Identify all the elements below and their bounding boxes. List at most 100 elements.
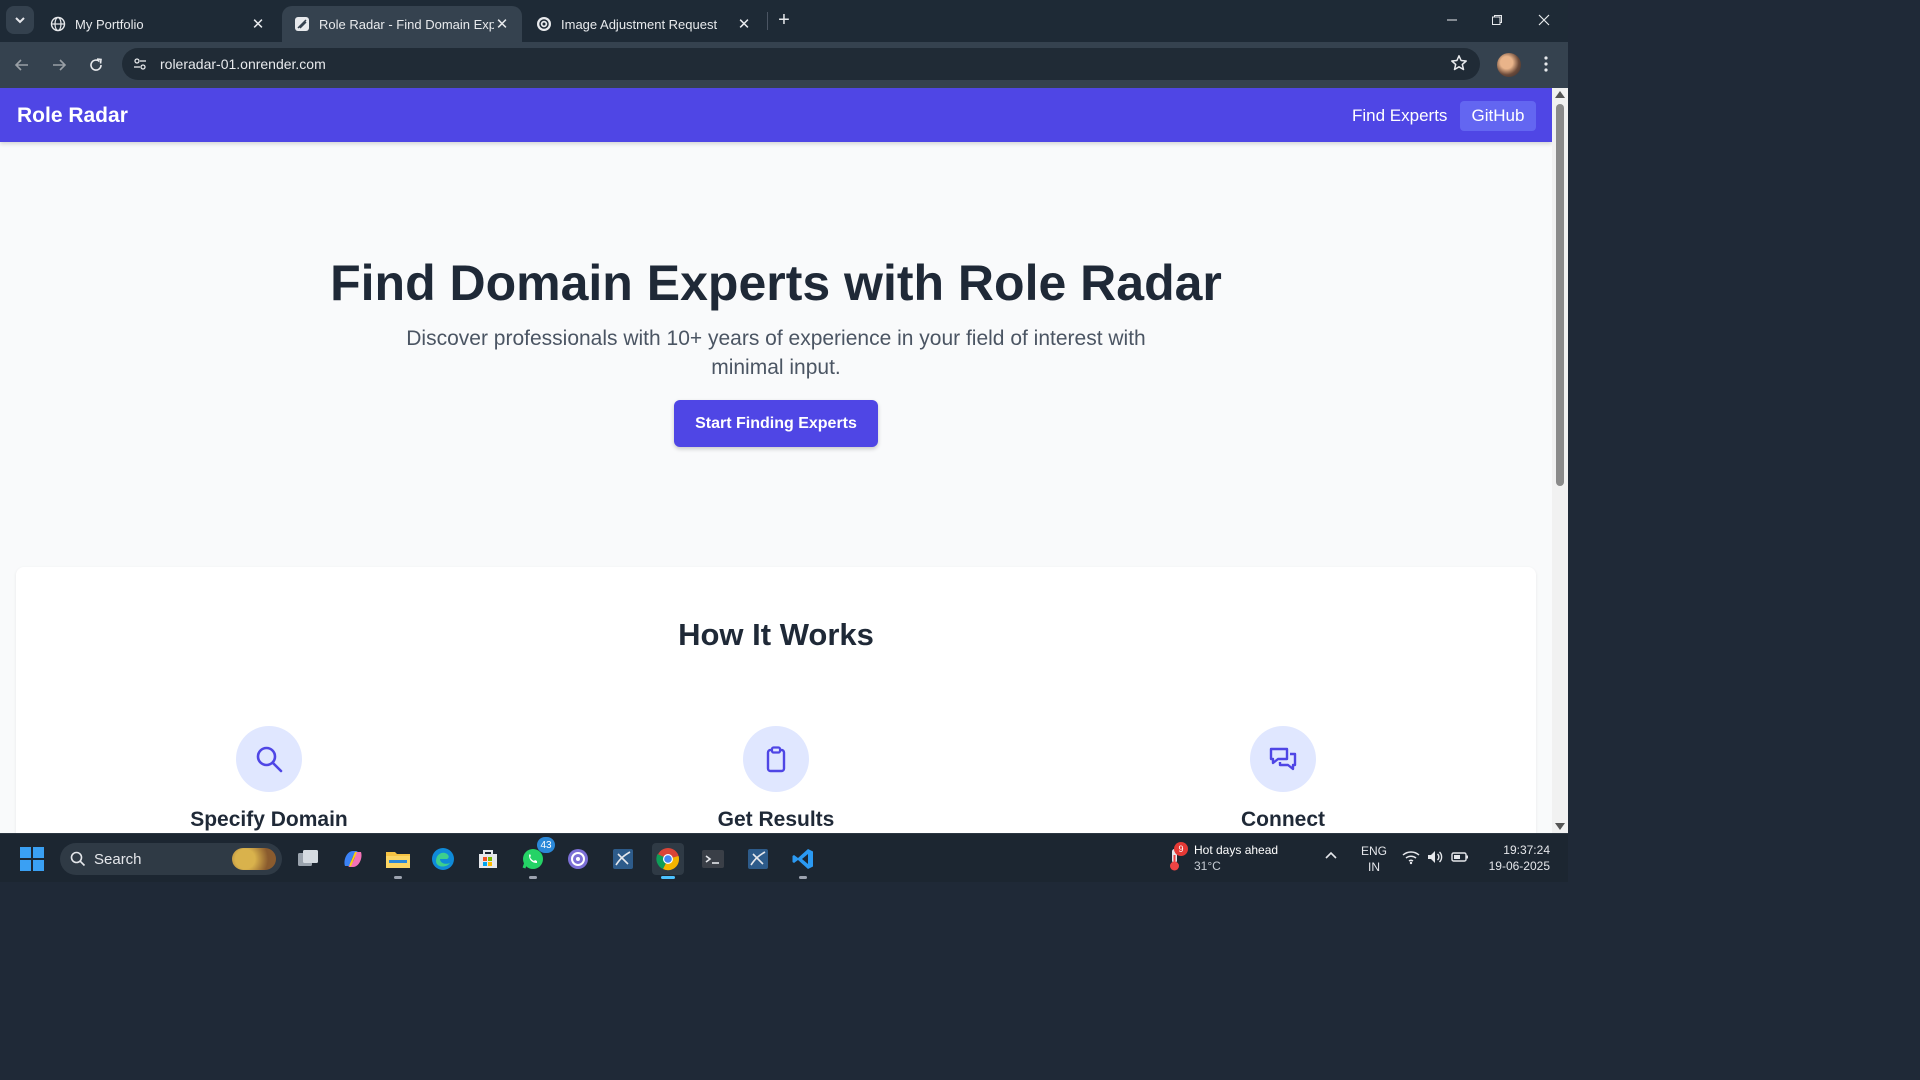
page-viewport: Role Radar Find Experts GitHub Find Doma… bbox=[0, 88, 1552, 833]
file-explorer-app[interactable] bbox=[382, 843, 414, 879]
whatsapp-app[interactable]: 43 bbox=[517, 837, 555, 879]
search-icon bbox=[256, 746, 283, 773]
step-connect: Connect bbox=[1133, 726, 1433, 832]
arrow-left-icon bbox=[14, 59, 28, 71]
chatgpt-icon bbox=[536, 16, 552, 32]
running-indicator bbox=[799, 876, 807, 879]
close-tab-icon[interactable]: ✕ bbox=[250, 16, 266, 33]
tab-role-radar[interactable]: Role Radar - Find Domain Experts ✕ bbox=[282, 6, 522, 42]
microsoft-store-app[interactable] bbox=[472, 843, 504, 875]
forward-button[interactable] bbox=[45, 51, 73, 79]
language-code: ENG bbox=[1360, 844, 1387, 858]
bookmark-star-icon[interactable] bbox=[1450, 54, 1468, 77]
more-vertical-icon bbox=[1544, 56, 1548, 72]
volume-icon[interactable] bbox=[1426, 849, 1444, 870]
nav-find-experts[interactable]: Find Experts bbox=[1352, 106, 1447, 126]
step-icon-circle bbox=[1250, 726, 1316, 792]
section-title: How It Works bbox=[678, 617, 874, 652]
weather-widget[interactable]: 9 Hot days ahead 31°C bbox=[1162, 842, 1302, 876]
chatgpt-app[interactable] bbox=[562, 843, 594, 875]
browser-menu-button[interactable] bbox=[1537, 52, 1555, 76]
battery-icon[interactable] bbox=[1451, 849, 1469, 870]
region-code: IN bbox=[1368, 860, 1380, 874]
scroll-down-arrow[interactable] bbox=[1555, 823, 1565, 830]
windows-logo-pane bbox=[33, 860, 44, 871]
site-favicon-icon bbox=[294, 16, 310, 32]
vscode-app[interactable] bbox=[787, 843, 819, 879]
tab-search-button[interactable] bbox=[6, 6, 34, 34]
step-label: Connect bbox=[1241, 808, 1325, 831]
arrow-right-icon bbox=[53, 59, 67, 71]
system-clock[interactable]: 19:37:24 19-06-2025 bbox=[1478, 842, 1550, 874]
tab-title: My Portfolio bbox=[75, 16, 144, 32]
minimize-button[interactable] bbox=[1439, 8, 1465, 32]
step-get-results: Get Results bbox=[626, 726, 926, 832]
clipboard-icon bbox=[766, 746, 786, 773]
edge-app[interactable] bbox=[427, 843, 459, 875]
close-icon bbox=[1538, 14, 1550, 26]
database-icon bbox=[748, 849, 768, 869]
browser-tab-strip: My Portfolio ✕ Role Radar - Find Domain … bbox=[0, 0, 1568, 42]
browser-toolbar: roleradar-01.onrender.com bbox=[0, 42, 1568, 88]
restore-button[interactable] bbox=[1484, 8, 1510, 32]
step-specify-domain: Specify Domain bbox=[119, 726, 419, 832]
terminal-icon bbox=[702, 850, 724, 868]
close-tab-icon[interactable]: ✕ bbox=[494, 16, 510, 33]
nav-github-button[interactable]: GitHub bbox=[1460, 101, 1536, 131]
windows-taskbar: Search 43 9 Hot days ahead 31°C ENG IN 1… bbox=[0, 833, 1568, 882]
show-hidden-icons-button[interactable] bbox=[1324, 849, 1338, 868]
running-indicator bbox=[394, 876, 402, 879]
tab-my-portfolio[interactable]: My Portfolio ✕ bbox=[38, 6, 278, 42]
close-window-button[interactable] bbox=[1531, 8, 1557, 32]
wifi-icon[interactable] bbox=[1402, 849, 1420, 870]
weather-alert-badge: 9 bbox=[1174, 842, 1188, 856]
chat-bubbles-icon bbox=[1269, 747, 1297, 771]
task-view-icon bbox=[298, 850, 318, 866]
reload-button[interactable] bbox=[82, 51, 110, 79]
notification-badge: 43 bbox=[537, 837, 555, 853]
tab-image-adjustment[interactable]: Image Adjustment Request ✕ bbox=[524, 6, 764, 42]
search-highlight-image bbox=[232, 848, 276, 870]
chrome-app[interactable] bbox=[652, 843, 684, 879]
minimize-icon bbox=[1447, 19, 1457, 21]
taskbar-search[interactable]: Search bbox=[60, 843, 282, 875]
close-tab-icon[interactable]: ✕ bbox=[736, 16, 752, 33]
address-bar[interactable]: roleradar-01.onrender.com bbox=[122, 48, 1480, 80]
profile-avatar[interactable] bbox=[1497, 53, 1521, 77]
step-icon-circle bbox=[743, 726, 809, 792]
folder-icon bbox=[386, 852, 410, 868]
back-button[interactable] bbox=[8, 51, 36, 79]
windows-logo-pane bbox=[20, 847, 31, 858]
new-tab-button[interactable]: + bbox=[774, 9, 794, 31]
how-it-works-section: How It Works Specify Domain Get Results … bbox=[16, 567, 1536, 833]
page-scrollbar[interactable] bbox=[1552, 88, 1568, 833]
store-icon bbox=[479, 850, 497, 868]
start-button[interactable] bbox=[20, 847, 44, 871]
chevron-up-icon bbox=[1325, 851, 1337, 859]
sql-workbench-app[interactable] bbox=[607, 843, 639, 875]
clock-date: 19-06-2025 bbox=[1488, 859, 1550, 873]
running-indicator bbox=[661, 876, 675, 879]
clock-time: 19:37:24 bbox=[1503, 843, 1550, 857]
tab-title: Role Radar - Find Domain Experts bbox=[319, 16, 494, 32]
start-finding-experts-button[interactable]: Start Finding Experts bbox=[674, 400, 878, 447]
scroll-up-arrow[interactable] bbox=[1555, 91, 1565, 98]
language-indicator[interactable]: ENG IN bbox=[1358, 843, 1390, 875]
chevron-down-icon bbox=[15, 17, 25, 24]
step-label: Specify Domain bbox=[190, 808, 348, 831]
copilot-app[interactable] bbox=[337, 843, 369, 875]
terminal-app[interactable] bbox=[697, 843, 729, 875]
sql-workbench-app-2[interactable] bbox=[742, 843, 774, 875]
vscode-icon bbox=[792, 849, 813, 869]
scrollbar-thumb[interactable] bbox=[1556, 104, 1564, 486]
step-icon-circle bbox=[236, 726, 302, 792]
search-icon bbox=[70, 851, 86, 867]
task-view-button[interactable] bbox=[292, 843, 324, 875]
search-label: Search bbox=[94, 850, 142, 868]
site-info-icon[interactable] bbox=[126, 50, 154, 78]
site-brand[interactable]: Role Radar bbox=[17, 104, 128, 128]
tab-separator bbox=[767, 12, 768, 30]
database-icon bbox=[613, 849, 633, 869]
weather-temperature: 31°C bbox=[1194, 859, 1221, 873]
step-label: Get Results bbox=[717, 808, 835, 831]
